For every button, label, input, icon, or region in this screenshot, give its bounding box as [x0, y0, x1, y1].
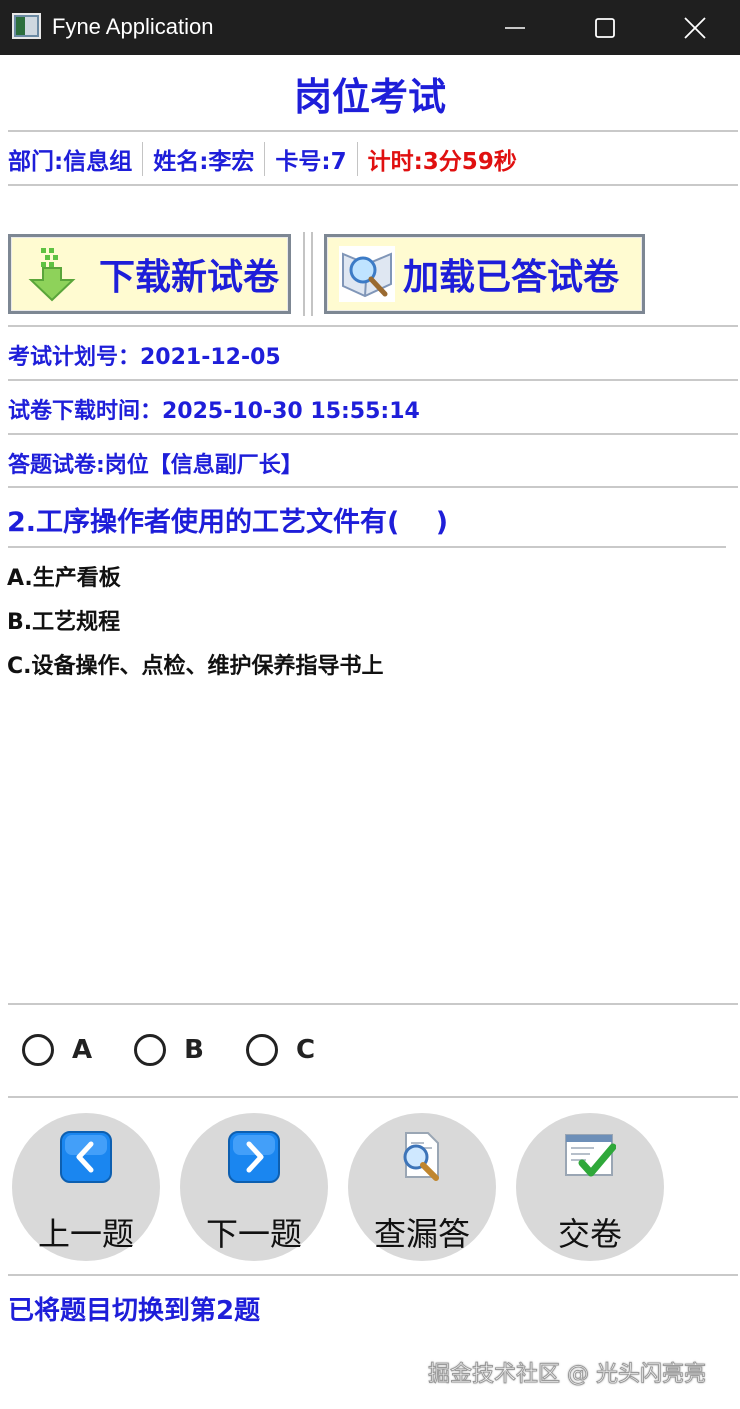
divider — [8, 1096, 738, 1098]
timer-label: 计时:3分59秒 — [367, 149, 517, 175]
watermark: 掘金技术社区 @ 光头闪亮亮 — [428, 1362, 707, 1388]
separator — [142, 142, 144, 176]
separator — [264, 142, 266, 176]
divider — [8, 433, 738, 435]
divider — [8, 379, 738, 381]
next-question-label: 下一题 — [205, 1215, 302, 1253]
form-checkmark-icon — [565, 1134, 616, 1177]
next-question-button[interactable]: 下一题 — [180, 1113, 328, 1261]
separator — [303, 232, 305, 316]
answer-paper-name: 答题试卷:岗位【信息副厂长】 — [8, 453, 303, 478]
card-label: 卡号:7 — [275, 149, 347, 175]
load-answered-paper-button[interactable]: 加载已答试卷 — [324, 234, 645, 314]
name-label: 姓名:李宏 — [153, 149, 255, 175]
magnifier-book-icon — [339, 246, 395, 302]
window-titlebar: Fyne Application — [0, 0, 740, 55]
department-label: 部门:信息组 — [8, 149, 133, 175]
download-arrow-icon — [28, 248, 76, 302]
exam-info-row: 部门:信息组 姓名:李宏 卡号:7 计时:3分59秒 — [8, 142, 517, 176]
option-a-text: A.生产看板 — [7, 566, 121, 591]
maximize-icon — [595, 17, 615, 38]
window-title: Fyne Application — [52, 14, 214, 39]
minimize-icon — [505, 26, 525, 29]
app-icon — [12, 13, 41, 39]
maximize-button[interactable] — [560, 0, 650, 55]
download-new-paper-button[interactable]: 下载新试卷 — [8, 234, 291, 314]
divider — [8, 184, 738, 186]
document-search-icon — [403, 1132, 439, 1181]
answer-radio-b[interactable]: B — [134, 1034, 204, 1066]
minimize-button[interactable] — [470, 0, 560, 55]
divider — [8, 130, 738, 132]
divider — [8, 486, 738, 488]
divider — [8, 1003, 738, 1005]
close-button[interactable] — [650, 0, 740, 55]
submit-paper-button[interactable]: 交卷 — [516, 1113, 664, 1261]
page-title: 岗位考试 — [293, 75, 446, 119]
radio-circle[interactable] — [22, 1034, 54, 1066]
chevron-right-icon — [228, 1131, 280, 1183]
option-b-text: B.工艺规程 — [7, 610, 121, 635]
answer-radio-c[interactable]: C — [245, 1034, 316, 1066]
answer-radio-group: A B C — [22, 1034, 357, 1066]
divider — [8, 546, 726, 548]
divider — [8, 325, 738, 327]
exam-plan-number: 考试计划号：2021-12-05 — [8, 345, 281, 370]
download-new-paper-label: 下载新试卷 — [99, 257, 280, 298]
paper-download-time: 试卷下载时间：2025-10-30 15:55:14 — [8, 399, 420, 424]
radio-circle[interactable] — [245, 1034, 278, 1066]
radio-circle[interactable] — [134, 1034, 167, 1066]
submit-paper-label: 交卷 — [557, 1215, 622, 1253]
separator — [311, 232, 313, 316]
previous-question-button[interactable]: 上一题 — [12, 1113, 160, 1261]
status-message: 已将题目切换到第2题 — [8, 1296, 261, 1326]
answer-radio-label: C — [295, 1035, 316, 1065]
check-missing-answers-label: 查漏答 — [373, 1215, 470, 1253]
answer-radio-a[interactable]: A — [22, 1034, 92, 1066]
separator — [356, 142, 358, 176]
question-text: 2.工序操作者使用的工艺文件有( ) — [7, 507, 449, 538]
close-icon — [684, 16, 706, 39]
chevron-left-icon — [60, 1131, 112, 1183]
option-c-text: C.设备操作、点检、维护保养指导书上 — [7, 654, 384, 679]
answer-radio-label: A — [72, 1035, 93, 1065]
load-answered-paper-label: 加载已答试卷 — [403, 257, 620, 298]
answer-radio-label: B — [184, 1035, 204, 1065]
previous-question-label: 上一题 — [37, 1215, 134, 1253]
check-missing-answers-button[interactable]: 查漏答 — [348, 1113, 496, 1261]
divider — [8, 1274, 738, 1276]
